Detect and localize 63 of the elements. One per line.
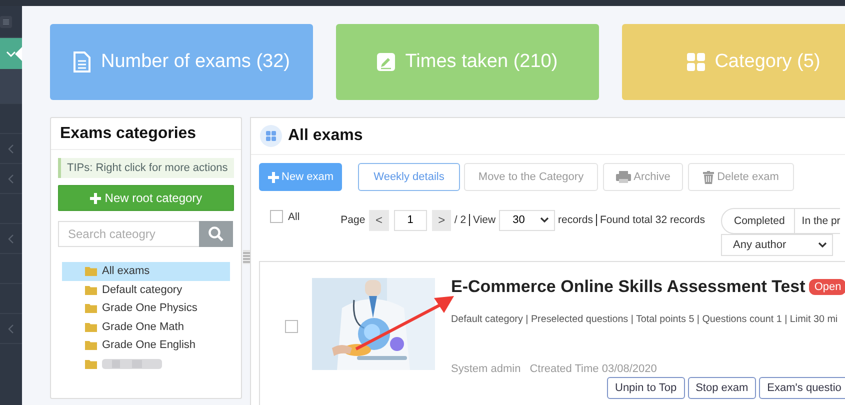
folder-icon (85, 358, 97, 369)
status-badge: Open (809, 279, 845, 295)
tree-item[interactable]: Grade One Math (62, 318, 230, 336)
previous-page-button[interactable]: < (369, 210, 389, 230)
chevron-left-icon (8, 324, 14, 334)
view-label: View (473, 214, 496, 226)
action-button[interactable]: Exam's questio (759, 377, 845, 399)
caret-icon (818, 242, 827, 248)
plus-icon (268, 172, 279, 182)
panel-title: Exams categories (60, 124, 196, 142)
edit-icon (377, 53, 396, 71)
chevron-left-icon (8, 144, 14, 154)
document-icon (72, 51, 91, 73)
folder-icon (85, 284, 97, 295)
checkbox[interactable] (270, 210, 283, 223)
tree-item[interactable]: Default category (62, 280, 230, 299)
created-time: Ctreated Time 03/08/2020 (530, 363, 657, 375)
tree-item[interactable]: Grade One Physics (62, 299, 230, 318)
page-label: Page (340, 214, 366, 226)
resize-handle[interactable] (242, 250, 250, 264)
checkbox[interactable] (285, 320, 298, 333)
tree-item[interactable]: All exams (62, 262, 230, 280)
action-button[interactable]: Stop exam (688, 377, 756, 399)
folder-icon (85, 322, 97, 332)
checkbox-label: All (288, 210, 300, 222)
folder-icon (85, 266, 97, 276)
status-tab[interactable]: In the pr (794, 208, 840, 234)
tip-text: TIPs: Right click for more actions (58, 158, 234, 178)
chevron-left-icon (8, 234, 14, 244)
page-field[interactable]: 1 (394, 210, 427, 230)
page-total: / 2 (454, 214, 466, 226)
grid-icon (686, 53, 705, 71)
search-icon (208, 226, 224, 242)
plus-icon (90, 192, 101, 204)
chevron-left-icon (8, 174, 14, 184)
trash-icon (703, 170, 714, 184)
records-count: Found total 32 records (600, 214, 705, 226)
printer-icon (616, 171, 631, 183)
stat-label: Category (5) (714, 51, 820, 73)
author-name: System admin (451, 363, 521, 375)
stat-label: Number of exams (32) (100, 51, 290, 73)
records-label: records (558, 214, 593, 226)
status-tab[interactable]: Completed (721, 208, 795, 234)
stat-label: Times taken (210) (405, 51, 558, 73)
search-button[interactable] (199, 221, 233, 247)
exam-details: Default category | Preselected questions | Total points 5 | Questions count 1 | Limit 30 mi (451, 314, 839, 325)
per-page-select[interactable]: 30 (498, 210, 555, 230)
panel-title: All exams (288, 127, 363, 145)
active-pointer (15, 47, 22, 61)
grid-icon (260, 125, 282, 147)
chevron-down-icon (6, 50, 16, 58)
search-field[interactable]: Search cateogry (58, 221, 199, 247)
sidebar-item[interactable] (0, 38, 22, 70)
exam-title[interactable]: E-Commerce Online Skills Assessment Test (451, 277, 806, 297)
action-button[interactable]: Unpin to Top (607, 377, 685, 399)
folder-icon (85, 340, 97, 350)
menu-icon[interactable] (0, 16, 12, 28)
author-select[interactable]: Any author (721, 234, 833, 256)
next-page-button[interactable]: > (432, 210, 452, 230)
folder-icon (85, 303, 97, 314)
tree-item[interactable]: Grade One English (62, 336, 230, 354)
caret-icon (540, 217, 549, 223)
select-all-checkbox[interactable]: All (270, 210, 300, 223)
